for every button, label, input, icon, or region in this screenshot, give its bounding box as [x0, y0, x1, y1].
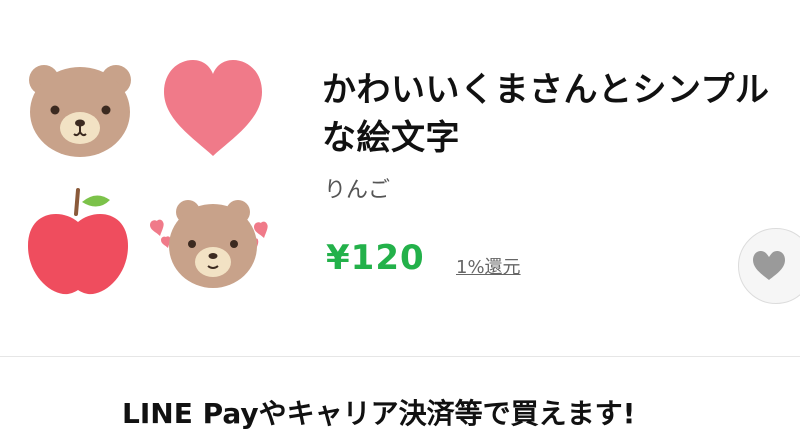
- heart-icon: [753, 251, 785, 280]
- heart-icon: [164, 60, 262, 156]
- section-divider: [0, 356, 800, 357]
- bear-with-hearts-icon: [150, 200, 268, 288]
- points-rebate-link[interactable]: 1%還元: [456, 253, 521, 279]
- product-title: かわいいくまさんとシンプルな絵文字: [322, 70, 770, 158]
- apple-icon: [28, 188, 128, 295]
- bear-face-icon: [29, 65, 131, 157]
- author-link[interactable]: りんご: [324, 172, 390, 204]
- favorite-button[interactable]: [738, 228, 800, 304]
- payment-notice: LINE Payやキャリア決済等で買えます!: [122, 397, 636, 430]
- price-label: ¥120: [326, 238, 425, 278]
- sticker-preview-grid[interactable]: [12, 40, 282, 310]
